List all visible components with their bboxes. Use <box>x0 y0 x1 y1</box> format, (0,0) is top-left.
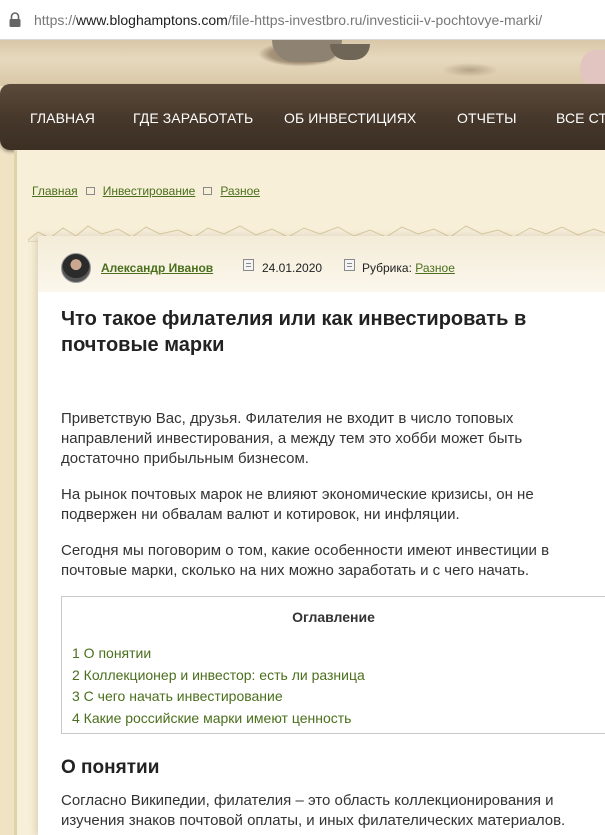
url-text[interactable]: https://www.bloghamptons.com/file-https-… <box>34 12 542 28</box>
stone-decoration <box>330 44 370 60</box>
toc-link[interactable]: 2 Коллекционер и инвестор: есть ли разни… <box>72 665 365 687</box>
article-paragraph: На рынок почтовых марок не влияют эконом… <box>61 486 534 523</box>
nav-item-reports[interactable]: ОТЧЕТЫ <box>457 110 517 126</box>
category-link[interactable]: Разное <box>415 261 455 275</box>
author-link[interactable]: Александр Иванов <box>101 261 213 275</box>
breadcrumb-link-home[interactable]: Главная <box>32 184 78 198</box>
main-nav: ГЛАВНАЯ ГДЕ ЗАРАБОТАТЬ ОБ ИНВЕСТИЦИЯХ ОТ… <box>0 84 605 150</box>
breadcrumb: Главная Инвестирование Разное <box>32 184 260 198</box>
article-paragraph: Согласно Википедии, филателия – это обла… <box>61 792 566 829</box>
article-paragraph: Сегодня мы поговорим о том, какие особен… <box>61 542 550 579</box>
section-heading: О понятии <box>61 757 160 778</box>
nav-item-home[interactable]: ГЛАВНАЯ <box>30 110 95 126</box>
calendar-icon <box>243 259 254 271</box>
category-icon <box>344 259 355 271</box>
nav-item-where-to-earn[interactable]: ГДЕ ЗАРАБОТАТЬ <box>133 110 253 126</box>
toc-link[interactable]: 3 С чего начать инвестирование <box>72 686 365 708</box>
toc-link[interactable]: 4 Какие российские марки имеют ценность <box>72 708 365 730</box>
address-bar[interactable]: https://www.bloghamptons.com/file-https-… <box>0 0 605 40</box>
folder-icon <box>203 187 213 195</box>
toc-title: Оглавление <box>292 609 375 625</box>
post-category: Рубрика: Разное <box>362 261 455 275</box>
shell-decoration <box>580 50 605 86</box>
folder-icon <box>85 187 95 195</box>
article-paragraph: Приветствую Вас, друзья. Филателия не вх… <box>61 410 523 467</box>
nav-item-about-investments[interactable]: ОБ ИНВЕСТИЦИЯХ <box>284 110 416 126</box>
header-banner-image <box>0 40 605 86</box>
toc-list: 1 О понятии 2 Коллекционер и инвестор: е… <box>72 643 365 729</box>
post-date: 24.01.2020 <box>262 261 323 275</box>
lock-icon <box>8 11 22 28</box>
author-avatar[interactable] <box>61 253 91 283</box>
breadcrumb-link-misc[interactable]: Разное <box>220 184 260 198</box>
breadcrumb-link-investing[interactable]: Инвестирование <box>103 184 196 198</box>
table-of-contents: Оглавление 1 О понятии 2 Коллекционер и … <box>61 596 605 734</box>
article-title: Что такое филателия или как инвестироват… <box>61 308 527 356</box>
nav-item-all[interactable]: ВСЕ СТ <box>556 110 605 126</box>
toc-link[interactable]: 1 О понятии <box>72 643 365 665</box>
